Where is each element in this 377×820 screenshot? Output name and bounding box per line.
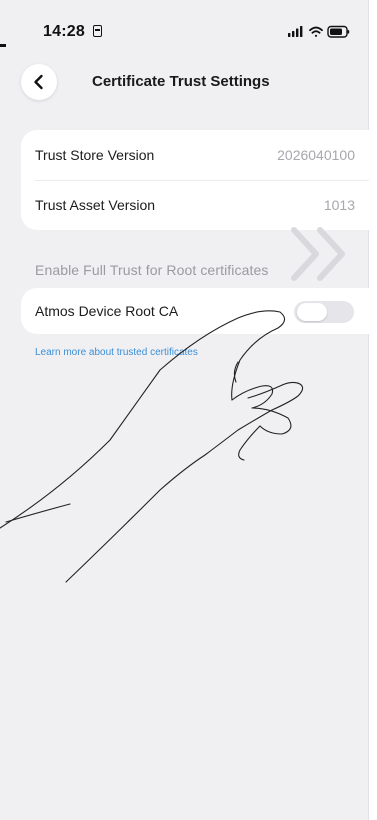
status-icons [284, 24, 352, 40]
status-bar: 14:28 [0, 0, 369, 44]
trust-asset-version-label: Trust Asset Version [35, 197, 156, 213]
section-header: Enable Full Trust for Root certificates [35, 262, 269, 278]
trust-asset-version-value: 1013 [323, 197, 355, 213]
calendar-badge-icon [93, 25, 102, 37]
chevron-left-icon [34, 74, 43, 90]
status-time: 14:28 [43, 23, 85, 40]
corner-mark [0, 44, 6, 47]
trust-store-version-label: Trust Store Version [35, 147, 155, 163]
double-chevron-right-icon [291, 227, 345, 281]
nav-bar: Certificate Trust Settings [0, 60, 369, 104]
battery-icon [327, 25, 350, 38]
swipe-hand-icon [0, 310, 304, 583]
trust-store-version-value: 2026040100 [277, 147, 355, 163]
trust-asset-version-row: Trust Asset Version 1013 [21, 180, 369, 230]
back-button[interactable] [21, 64, 57, 100]
page-edge [368, 0, 377, 820]
signal-icon [288, 26, 303, 37]
trust-store-version-row: Trust Store Version 2026040100 [21, 130, 369, 180]
page-title: Certificate Trust Settings [92, 73, 270, 90]
version-info-card: Trust Store Version 2026040100 Trust Ass… [21, 130, 369, 230]
wifi-icon [309, 26, 323, 37]
